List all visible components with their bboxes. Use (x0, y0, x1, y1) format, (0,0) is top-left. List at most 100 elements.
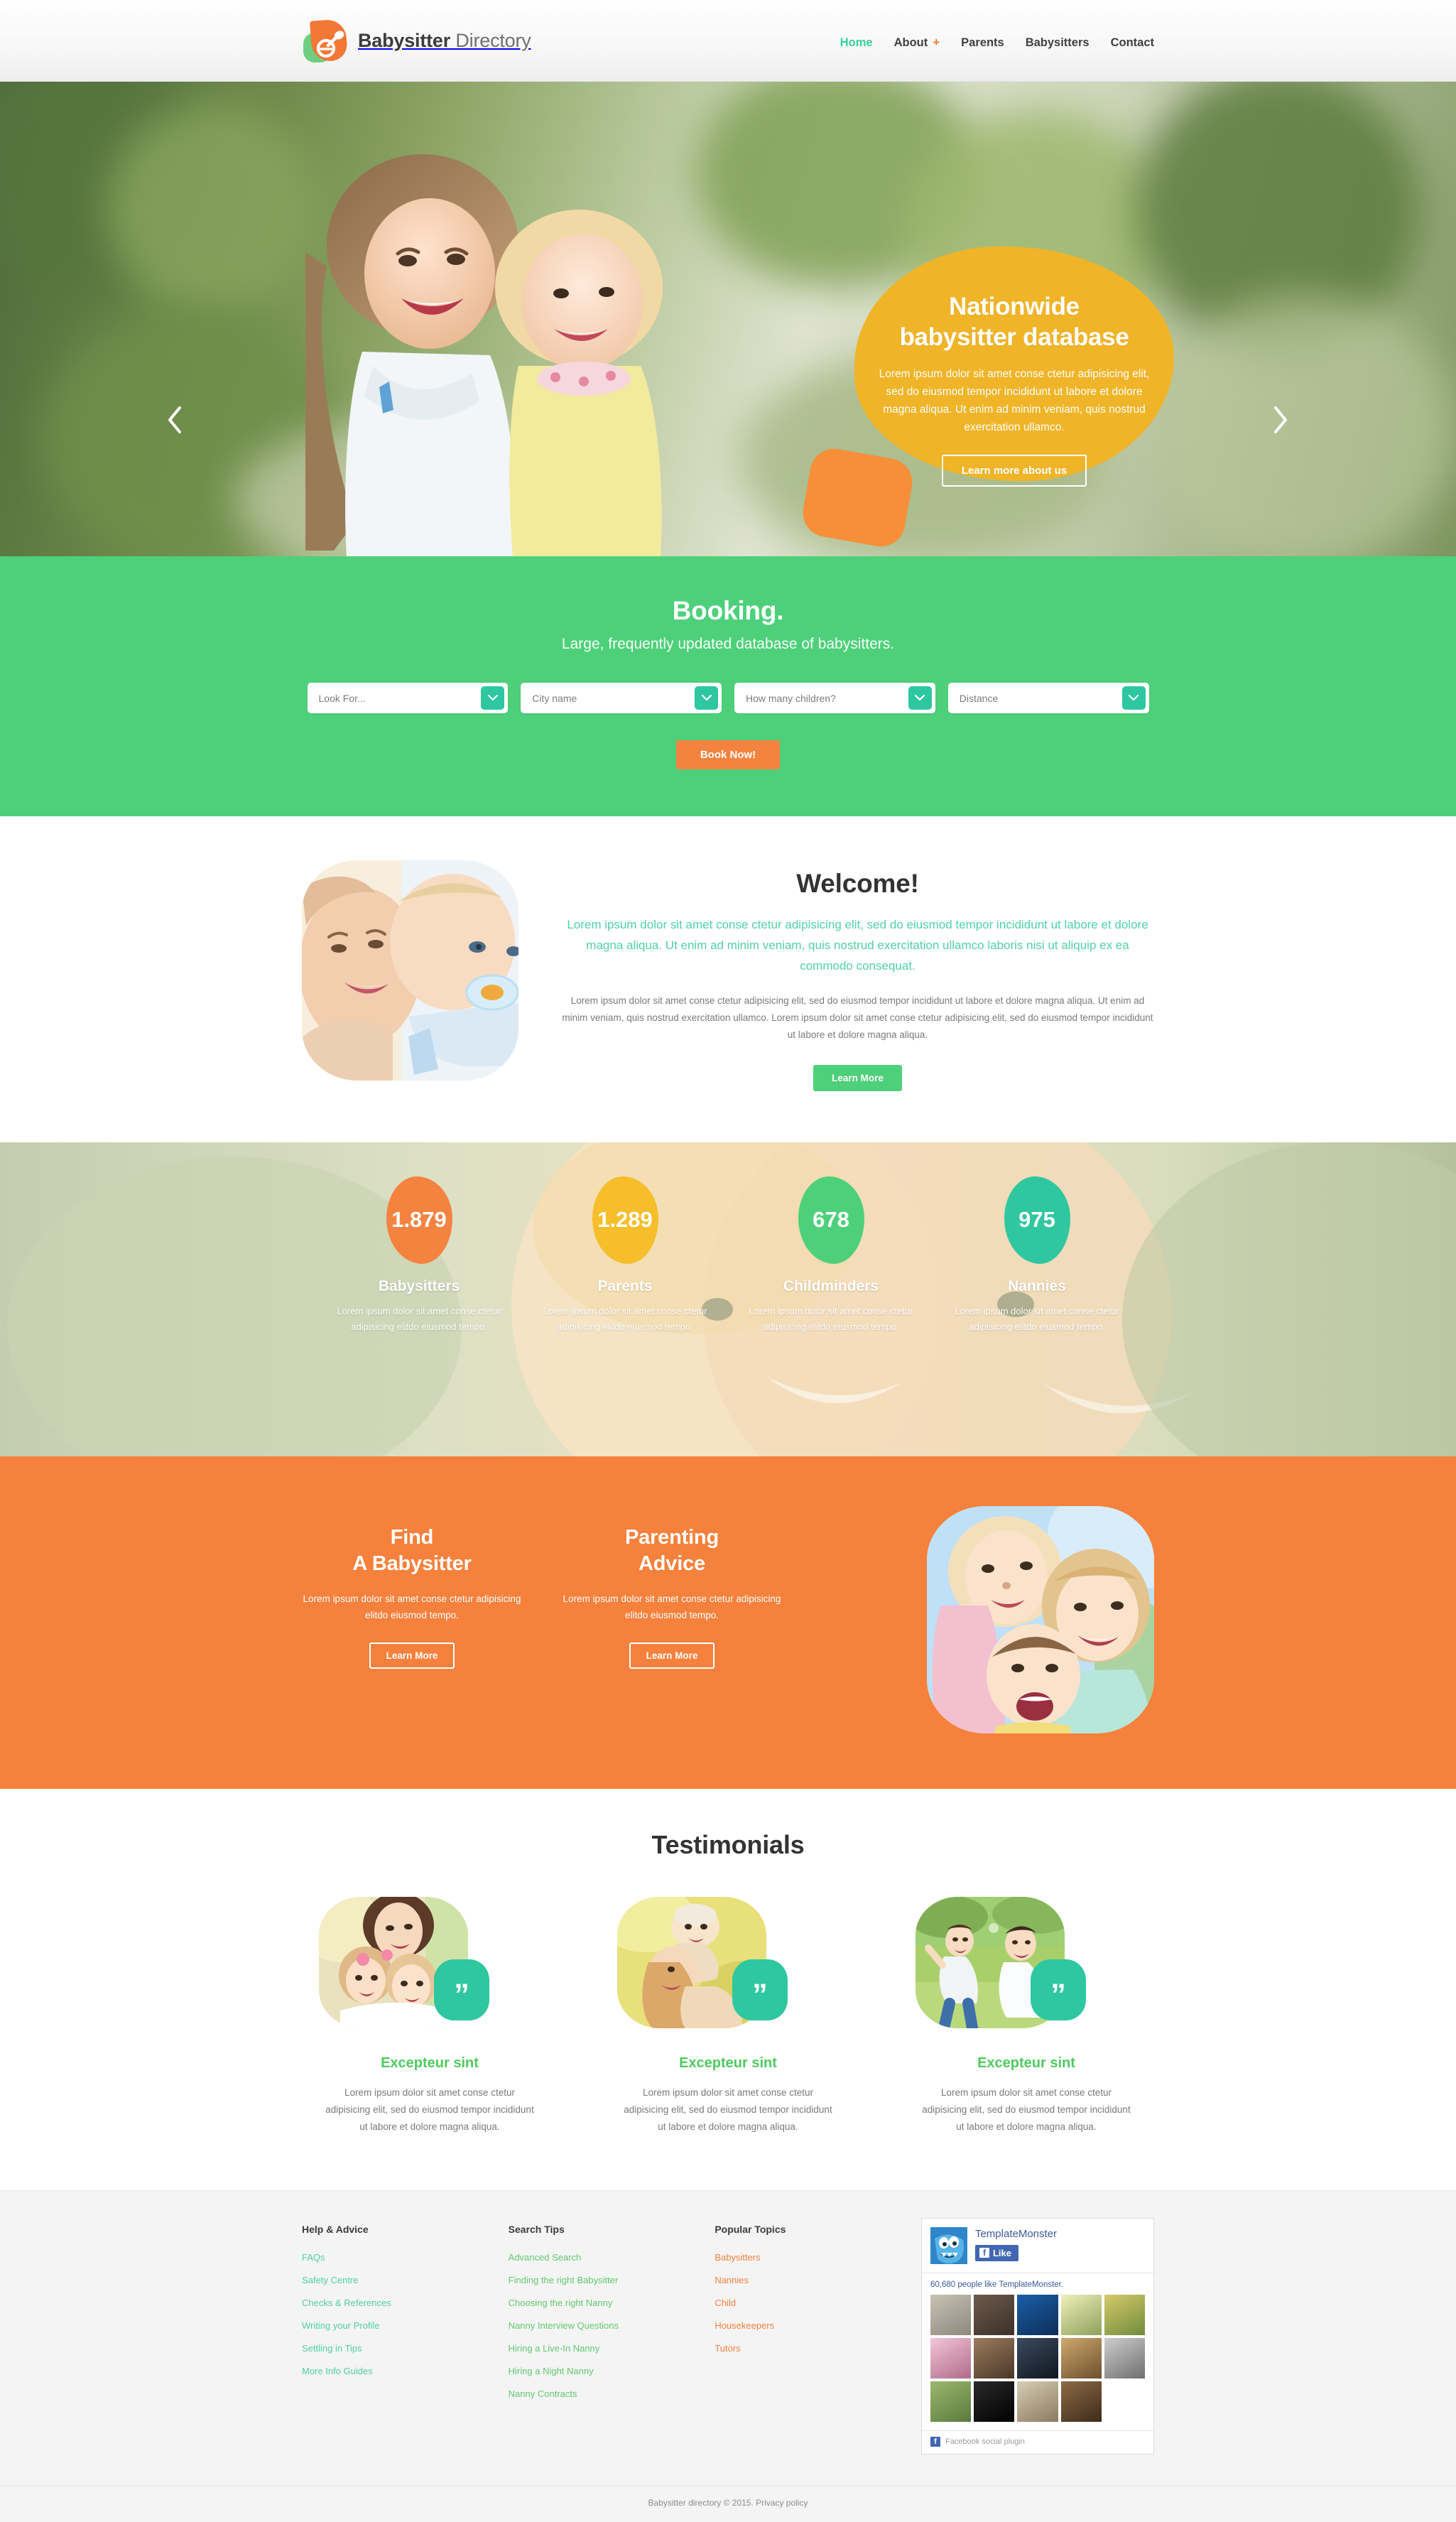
footer-link-more-info-guides[interactable]: More Info Guides (302, 2366, 508, 2376)
facebook-avatar-tile[interactable] (1060, 2381, 1102, 2423)
testimonial-name-1: Excepteur sint (381, 2055, 479, 2071)
promo-learn-more-find-button[interactable]: Learn More (369, 1642, 455, 1669)
facebook-friend-avatars-grid (922, 2294, 1153, 2431)
nav-item-contact[interactable]: Contact (1111, 36, 1154, 50)
testimonials-list: ” Excepteur sint Lorem ipsum dolor sit a… (284, 1896, 1172, 2136)
distance-select[interactable]: Distance (947, 683, 1149, 713)
footer-link-tutors[interactable]: Tutors (715, 2343, 920, 2354)
facebook-avatar-tile[interactable] (930, 2337, 972, 2379)
children-count-select-arrow[interactable] (908, 686, 932, 710)
plus-icon: + (933, 36, 940, 49)
stat-desc-babysitters: Lorem ipsum dolor sit amet conse ctetur … (337, 1305, 501, 1332)
facebook-f-icon: f (930, 2437, 940, 2447)
facebook-page-widget: TemplateMonster f Like 60,680 people lik… (920, 2217, 1154, 2455)
facebook-avatar-tile[interactable] (1060, 2337, 1102, 2379)
footer-link-settling-in-tips[interactable]: Settling in Tips (302, 2343, 508, 2354)
children-count-select-label: How many children? (746, 692, 836, 704)
promo-column-parenting-advice: Parenting Advice Lorem ipsum dolor sit a… (562, 1506, 782, 1669)
footer-heading-help-advice: Help & Advice (302, 2223, 369, 2235)
book-now-button[interactable]: Book Now! (675, 740, 781, 769)
nav-item-babysitters[interactable]: Babysitters (1026, 36, 1090, 50)
nav-label-home: Home (840, 36, 873, 49)
footer-column-search-tips: Search Tips Advanced Search Finding the … (509, 2224, 715, 2455)
facebook-f-icon: f (979, 2248, 989, 2258)
footer-link-child[interactable]: Child (715, 2298, 920, 2308)
distance-select-arrow[interactable] (1121, 686, 1146, 710)
look-for-select-arrow[interactable] (481, 686, 505, 710)
facebook-avatar-tile[interactable] (974, 2294, 1015, 2335)
facebook-like-label: Like (992, 2247, 1011, 2258)
children-count-select[interactable]: How many children? (734, 683, 935, 713)
hero-slider: Nationwide babysitter database Lorem ips… (0, 82, 1456, 556)
facebook-avatar-tile[interactable] (930, 2294, 972, 2335)
footer-link-checks-references[interactable]: Checks & References (302, 2298, 508, 2308)
footer-link-housekeepers[interactable]: Housekeepers (715, 2320, 920, 2331)
chevron-right-icon (1274, 406, 1287, 433)
stat-item-babysitters: 1.879 Babysitters Lorem ipsum dolor sit … (327, 1176, 511, 1335)
hero-prev-arrow[interactable] (155, 400, 195, 440)
footer-link-faqs[interactable]: FAQs (302, 2252, 508, 2263)
facebook-like-count: 60,680 people like TemplateMonster. (922, 2273, 1153, 2295)
promo-heading-find-line1: Find (390, 1525, 434, 1549)
mother-and-child-photo (305, 154, 663, 556)
facebook-page-avatar (930, 2226, 967, 2264)
footer-link-hiring-night-nanny[interactable]: Hiring a Night Nanny (509, 2366, 715, 2376)
footer-link-nannies[interactable]: Nannies (715, 2275, 920, 2285)
footer-link-advanced-search[interactable]: Advanced Search (509, 2252, 715, 2263)
footer-link-nanny-contracts[interactable]: Nanny Contracts (509, 2388, 715, 2399)
facebook-avatar-tile[interactable] (930, 2381, 972, 2423)
hero-learn-more-button[interactable]: Learn more about us (941, 455, 1087, 487)
facebook-avatar-tile[interactable] (1104, 2294, 1145, 2335)
chevron-down-icon (701, 695, 712, 701)
stat-item-childminders: 678 Childminders Lorem ipsum dolor sit a… (739, 1176, 923, 1335)
promo-desc-advice: Lorem ipsum dolor sit amet conse ctetur … (563, 1593, 781, 1621)
hero-background-photo (0, 82, 1456, 556)
pacifier-logo-icon (302, 17, 349, 64)
facebook-avatar-tile[interactable] (1017, 2381, 1058, 2423)
testimonial-media-3: ” (898, 1896, 1154, 2035)
city-name-select-arrow[interactable] (695, 686, 718, 710)
testimonial-text-2: Lorem ipsum dolor sit amet conse ctetur … (624, 2087, 832, 2133)
nav-item-home[interactable]: Home (840, 36, 873, 50)
testimonial-text-1: Lorem ipsum dolor sit amet conse ctetur … (325, 2087, 534, 2133)
booking-section: Booking. Large, frequently updated datab… (0, 556, 1456, 816)
welcome-learn-more-button[interactable]: Learn More (813, 1064, 902, 1091)
footer-link-hiring-live-in-nanny[interactable]: Hiring a Live-In Nanny (509, 2343, 715, 2354)
templatemonster-mascot-icon (930, 2226, 967, 2264)
facebook-avatar-tile[interactable] (1017, 2294, 1058, 2335)
hero-next-arrow[interactable] (1261, 400, 1300, 440)
site-header: Babysitter Directory Home About + Parent… (0, 0, 1456, 82)
city-name-select[interactable]: City name (521, 683, 722, 713)
statistics-list: 1.879 Babysitters Lorem ipsum dolor sit … (327, 1142, 1129, 1335)
facebook-count-page-link[interactable]: TemplateMonster (999, 2280, 1061, 2289)
promo-learn-more-advice-button[interactable]: Learn More (629, 1642, 715, 1669)
footer-link-babysitters[interactable]: Babysitters (715, 2252, 920, 2263)
footer-link-safety-centre[interactable]: Safety Centre (302, 2275, 508, 2285)
testimonial-name-2: Excepteur sint (679, 2055, 777, 2071)
facebook-count-prefix: 60,680 people like (930, 2280, 999, 2289)
main-navigation: Home About + Parents Babysitters Contact (840, 31, 1154, 50)
distance-select-label: Distance (959, 692, 999, 704)
facebook-avatar-tile[interactable] (1104, 2337, 1145, 2379)
stat-value-childminders: 678 (798, 1176, 864, 1264)
facebook-plugin-footer: f Facebook social plugin (921, 2430, 1153, 2454)
footer-link-finding-right-babysitter[interactable]: Finding the right Babysitter (509, 2275, 715, 2285)
facebook-page-name[interactable]: TemplateMonster (975, 2228, 1057, 2240)
nav-item-about[interactable]: About + (894, 36, 940, 50)
brand-logo-link[interactable]: Babysitter Directory (302, 17, 531, 64)
facebook-like-button[interactable]: f Like (974, 2244, 1018, 2261)
facebook-avatar-tile[interactable] (974, 2381, 1015, 2423)
facebook-avatar-tile[interactable] (1060, 2294, 1102, 2335)
nav-item-parents[interactable]: Parents (961, 36, 1004, 50)
brand-name-bold: Babysitter (358, 29, 451, 51)
footer-link-nanny-interview-questions[interactable]: Nanny Interview Questions (509, 2320, 715, 2331)
look-for-select[interactable]: Look For... (307, 683, 509, 713)
footer-link-choosing-right-nanny[interactable]: Choosing the right Nanny (509, 2298, 715, 2308)
chevron-left-icon (168, 406, 181, 433)
footer-container: Help & Advice FAQs Safety Centre Checks … (284, 2217, 1172, 2455)
stat-desc-childminders: Lorem ipsum dolor sit amet conse ctetur … (749, 1305, 913, 1332)
nav-label-babysitters: Babysitters (1025, 36, 1090, 49)
facebook-avatar-tile[interactable] (1017, 2337, 1058, 2379)
footer-link-writing-your-profile[interactable]: Writing your Profile (302, 2320, 508, 2331)
facebook-avatar-tile[interactable] (974, 2337, 1015, 2379)
